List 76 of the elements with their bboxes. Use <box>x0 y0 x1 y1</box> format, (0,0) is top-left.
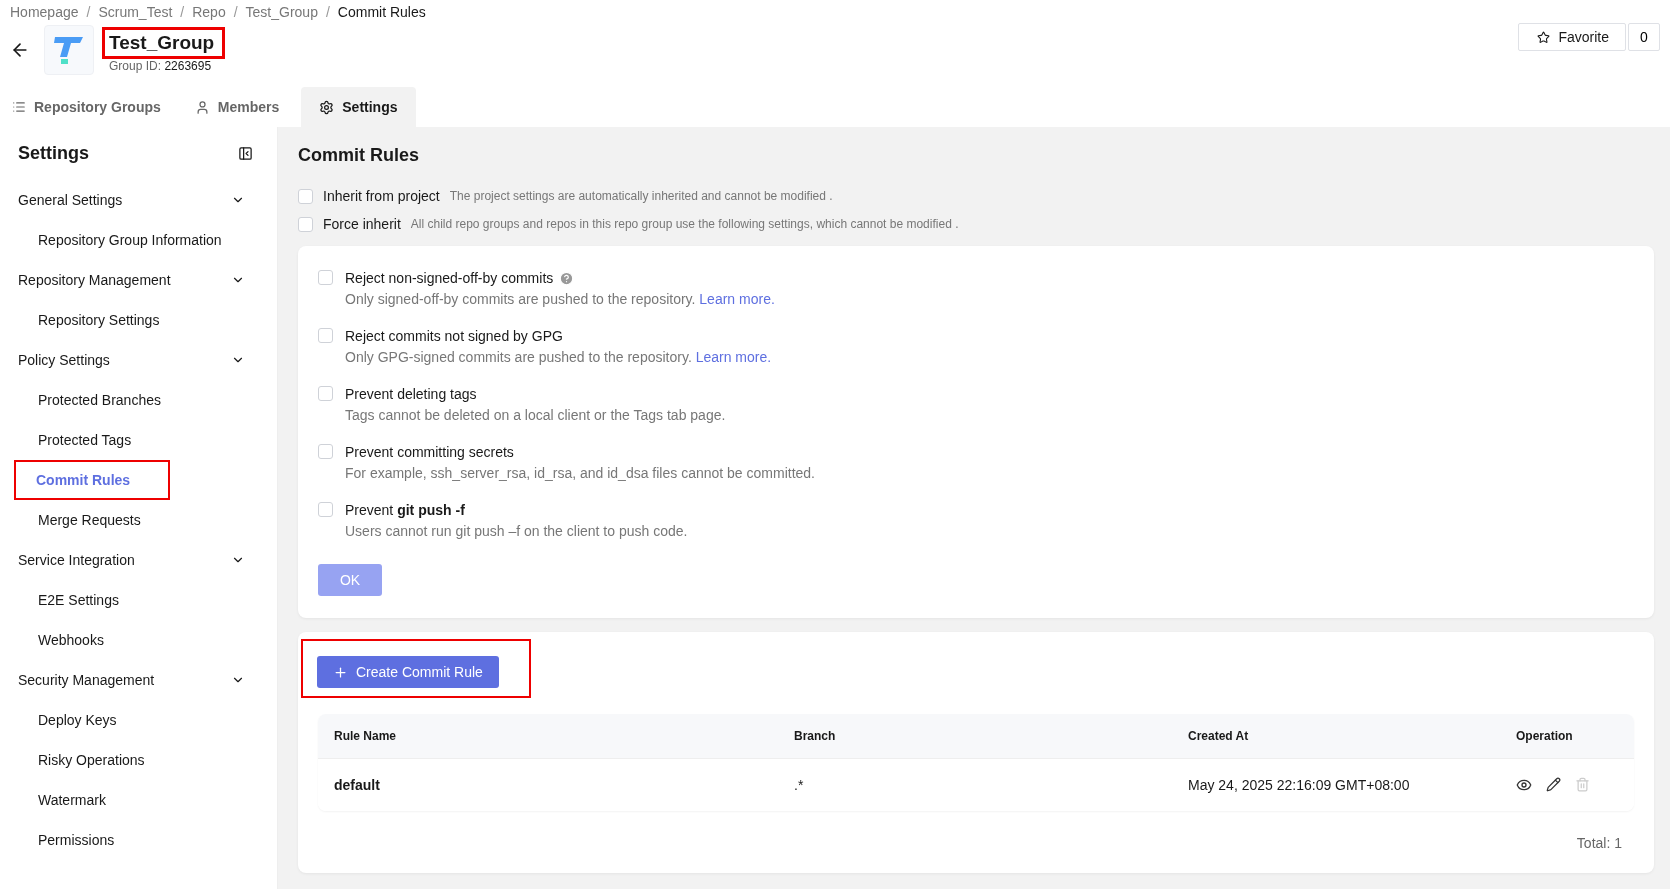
tab[interactable]: Settings <box>301 87 416 127</box>
star-icon <box>1537 30 1551 44</box>
rule-description: For example, ssh_server_rsa, id_rsa, and id_dsa files cannot be committed. <box>345 465 815 481</box>
rule-label: Prevent deleting tags <box>345 386 477 402</box>
breadcrumb-separator: / <box>86 4 91 20</box>
checkbox[interactable] <box>318 386 333 401</box>
breadcrumb-separator: / <box>325 4 330 20</box>
sidebar-item[interactable]: Deploy Keys <box>18 700 117 740</box>
rule-label: Reject non-signed-off-by commits <box>345 270 554 286</box>
learn-more-link[interactable]: Learn more. <box>699 291 775 307</box>
gear-icon <box>319 99 335 115</box>
sidebar-item[interactable]: Watermark <box>18 780 106 820</box>
table-cell-text: default <box>334 777 381 793</box>
sidebar-item[interactable]: Protected Branches <box>18 380 161 420</box>
option-hint: All child repo groups and repos in this repo group use the following settings, which cannot be modified . <box>410 217 959 231</box>
group-name: Test_Group <box>102 27 226 59</box>
rule-description: Tags cannot be deleted on a local client or the Tags tab page. <box>345 407 726 423</box>
column-header: Created At <box>1188 729 1250 743</box>
sidebar-item[interactable]: Webhooks <box>18 620 104 660</box>
group-id: Group ID: 2263695 <box>108 59 213 73</box>
rule-description: Only signed-off-by commits are pushed to the repository. Learn more. <box>345 291 775 307</box>
total-count: Total: 1 <box>1576 835 1623 851</box>
checkbox[interactable] <box>318 444 333 459</box>
tab[interactable]: Repository Groups <box>0 87 179 127</box>
checkbox[interactable] <box>318 328 333 343</box>
sidebar-title: Settings <box>18 143 89 164</box>
page-title: Commit Rules <box>298 145 421 166</box>
sidebar-section[interactable]: Policy Settings <box>18 352 110 368</box>
breadcrumb-separator: / <box>233 4 238 20</box>
sidebar-section[interactable]: General Settings <box>18 192 123 208</box>
rule-description: Users cannot run git push –f on the client to push code. <box>345 523 688 539</box>
help-icon[interactable] <box>559 270 575 286</box>
column-header: Operation <box>1516 729 1574 743</box>
group-logo <box>44 25 94 75</box>
create-commit-rule-button[interactable]: Create Commit Rule <box>317 656 499 688</box>
sidebar-section[interactable]: Service Integration <box>18 552 135 568</box>
sidebar-item[interactable]: Permissions <box>18 820 115 860</box>
collapse-panel-icon[interactable] <box>238 146 253 161</box>
sidebar-section[interactable]: Repository Management <box>18 272 171 288</box>
view-button[interactable] <box>1516 777 1532 793</box>
column-header: Rule Name <box>334 729 398 743</box>
sidebar-item[interactable]: E2E Settings <box>18 580 119 620</box>
sidebar-item[interactable]: Commit Rules <box>14 460 170 500</box>
breadcrumb-separator: / <box>180 4 185 20</box>
rule-label: Prevent git push -f <box>345 502 465 518</box>
checkbox[interactable] <box>318 270 333 285</box>
learn-more-link[interactable]: Learn more. <box>695 349 772 365</box>
edit-button[interactable] <box>1546 777 1561 793</box>
sidebar-item[interactable]: Risky Operations <box>18 740 145 780</box>
option-label: Force inherit <box>323 216 401 232</box>
table-cell-text: .* <box>794 777 805 793</box>
option-label: Inherit from project <box>323 188 440 204</box>
breadcrumb-link[interactable]: Scrum_Test <box>98 4 173 20</box>
column-header: Branch <box>794 729 837 743</box>
rule-label: Reject commits not signed by GPG <box>345 328 563 344</box>
checkbox[interactable] <box>318 502 333 517</box>
rule-description: Only GPG-signed commits are pushed to the repository. Learn more. <box>345 349 772 365</box>
breadcrumb-link[interactable]: Homepage <box>10 4 79 20</box>
checkbox[interactable] <box>298 216 313 232</box>
breadcrumb-link[interactable]: Repo <box>192 4 226 20</box>
sidebar-section[interactable]: Security Management <box>18 672 155 688</box>
sidebar-item[interactable]: Repository Group Information <box>18 220 222 260</box>
favorite-count[interactable]: 0 <box>1628 23 1660 51</box>
breadcrumb-link[interactable]: Test_Group <box>245 4 318 20</box>
checkbox[interactable] <box>298 188 313 204</box>
table-cell-text: May 24, 2025 22:16:09 GMT+08:00 <box>1188 777 1411 793</box>
rule-label: Prevent committing secrets <box>345 444 514 460</box>
user-icon <box>194 99 210 115</box>
sidebar-item[interactable]: Repository Settings <box>18 300 160 340</box>
sidebar-item[interactable]: Protected Tags <box>18 420 132 460</box>
tab[interactable]: Members <box>182 87 298 127</box>
plus-icon <box>333 664 348 680</box>
favorite-button[interactable]: Favorite <box>1518 23 1626 51</box>
option-hint: The project settings are automatically inherited and cannot be modified . <box>449 189 833 203</box>
sidebar-item[interactable]: Merge Requests <box>18 500 141 540</box>
list-icon <box>12 100 26 114</box>
